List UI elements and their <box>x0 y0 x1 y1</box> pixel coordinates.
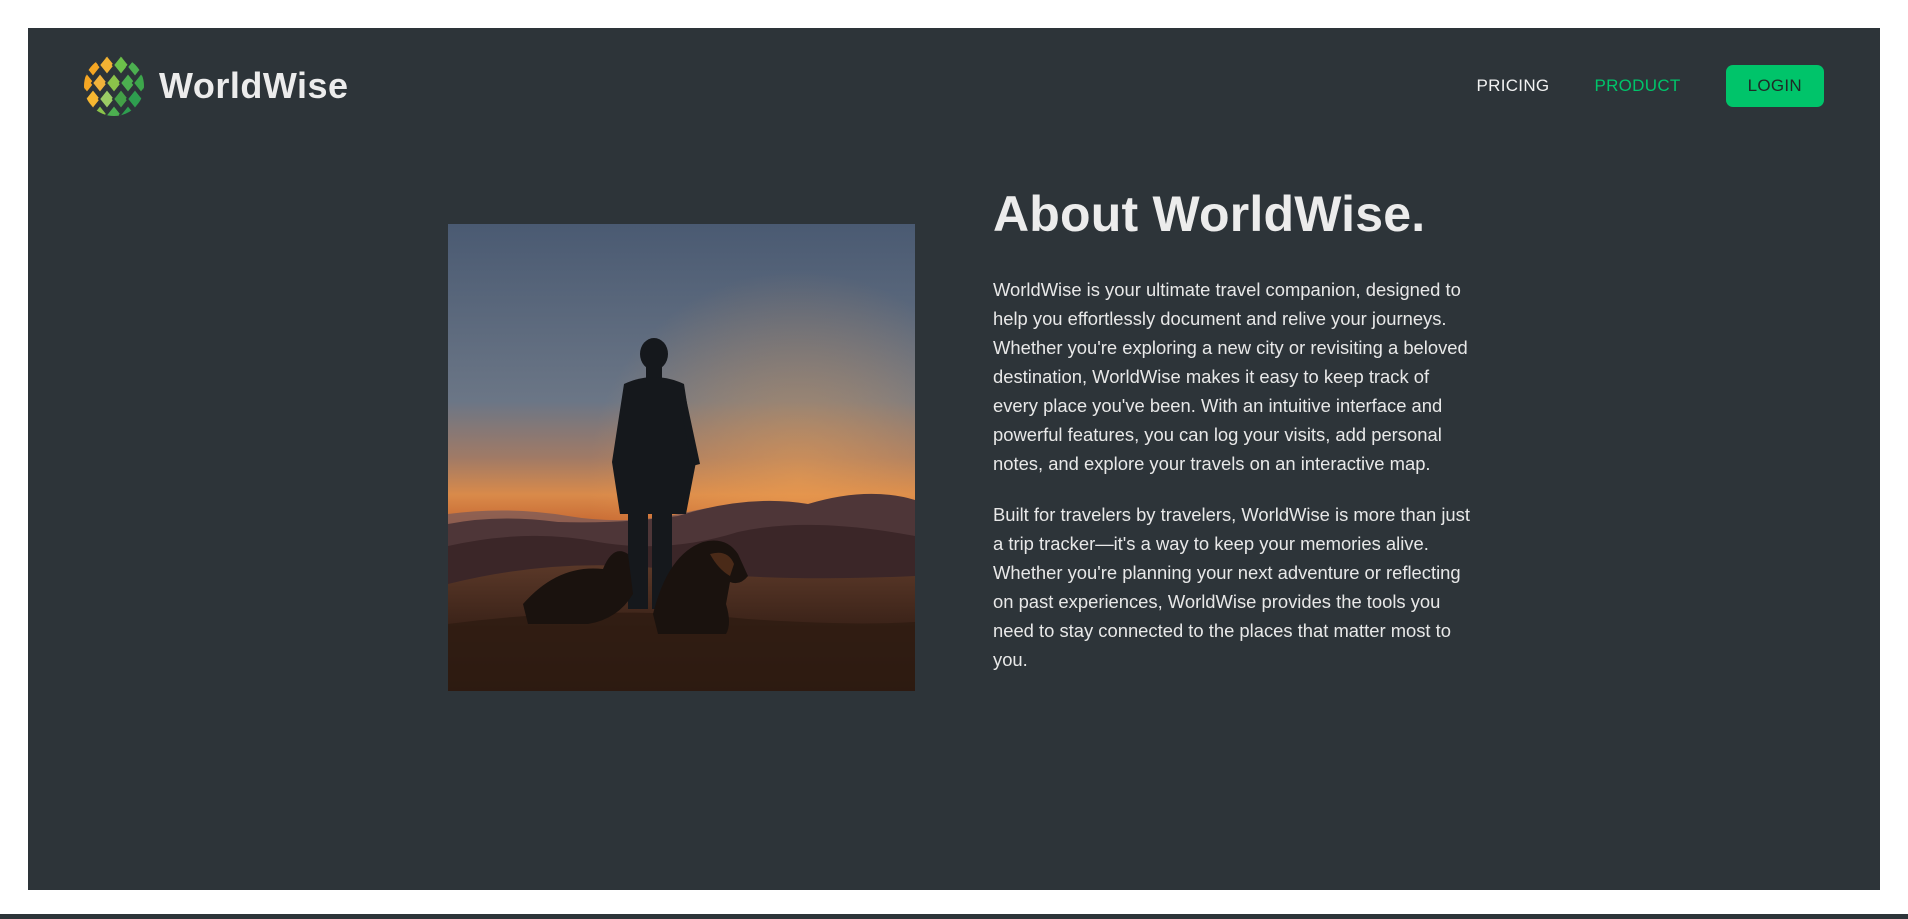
brand-name: WorldWise <box>159 65 349 106</box>
hero-photo <box>448 224 915 691</box>
page-frame: WorldWise PRICING PRODUCT LOGIN About Wo… <box>28 28 1880 890</box>
page-title: About WorldWise. <box>993 186 1426 242</box>
nav-links: PRICING PRODUCT LOGIN <box>1476 65 1824 107</box>
about-paragraph-2: Built for travelers by travelers, WorldW… <box>993 503 1470 670</box>
brand-logo-link[interactable]: WorldWise <box>83 55 349 117</box>
nav-link-pricing[interactable]: PRICING <box>1476 76 1549 96</box>
globe-logo-icon <box>84 56 144 116</box>
nav-link-product[interactable]: PRODUCT <box>1594 76 1680 96</box>
top-nav: WorldWise PRICING PRODUCT LOGIN <box>83 55 1824 117</box>
traveler-sunset-image <box>448 224 915 691</box>
about-paragraph-1: WorldWise is your ultimate travel compan… <box>993 278 1468 474</box>
login-button[interactable]: LOGIN <box>1725 65 1824 107</box>
about-section: About WorldWise. WorldWise is your ultim… <box>993 188 1473 696</box>
bottom-edge <box>0 914 1908 919</box>
